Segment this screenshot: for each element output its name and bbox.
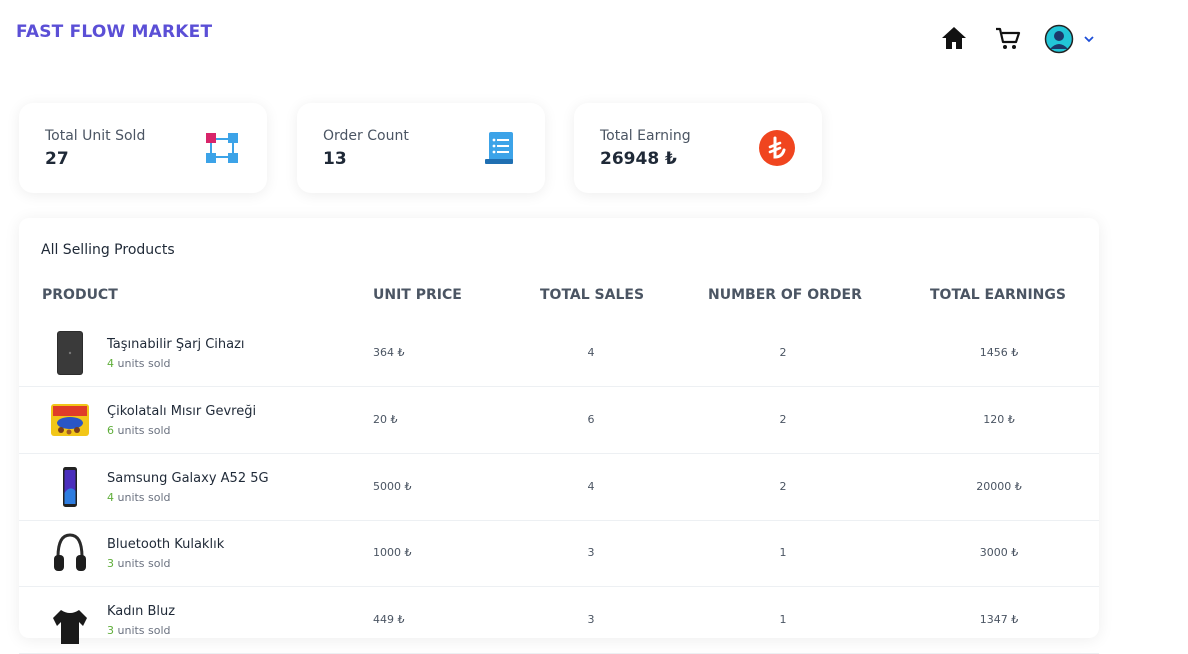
stat-label: Total Earning <box>600 128 691 144</box>
units-sold-count: 3 <box>107 624 114 637</box>
units-sold-suffix: units sold <box>114 491 171 504</box>
total-sales: 4 <box>587 480 595 493</box>
units-sold-count: 4 <box>107 357 114 370</box>
stat-value: 26948 ₺ <box>600 149 677 169</box>
powerbank-thumb <box>57 331 83 375</box>
units-sold: 4 units sold <box>107 491 171 504</box>
table-title: All Selling Products <box>41 242 175 258</box>
units-sold-count: 4 <box>107 491 114 504</box>
unit-price: 449 ₺ <box>373 613 405 626</box>
units-sold-suffix: units sold <box>114 557 171 570</box>
stat-label: Total Unit Sold <box>45 128 146 144</box>
product-name[interactable]: Kadın Bluz <box>107 604 175 619</box>
table-row[interactable]: Çikolatalı Mısır Gevreği 6 units sold 20… <box>19 387 1099 454</box>
product-name[interactable]: Taşınabilir Şarj Cihazı <box>107 337 245 352</box>
number-of-order: 2 <box>779 480 787 493</box>
brand-logo[interactable]: FAST FLOW MARKET <box>16 22 212 42</box>
total-sales: 4 <box>587 346 595 359</box>
total-sales: 3 <box>587 546 595 559</box>
home-icon[interactable] <box>940 24 968 52</box>
products-table: All Selling Products PRODUCT UNIT PRICE … <box>19 218 1099 654</box>
total-sales: 3 <box>587 613 595 626</box>
total-earnings: 20000 ₺ <box>976 480 1022 493</box>
stat-value: 27 <box>45 149 69 169</box>
number-of-order: 2 <box>779 413 787 426</box>
table-row[interactable]: Kadın Bluz 3 units sold 449 ₺ 3 1 1347 ₺ <box>19 587 1099 654</box>
column-header-product: PRODUCT <box>42 287 118 303</box>
number-of-order: 1 <box>779 546 787 559</box>
table-row[interactable]: Bluetooth Kulaklık 3 units sold 1000 ₺ 3… <box>19 520 1099 587</box>
chevron-down-icon[interactable] <box>1082 32 1096 46</box>
total-earnings: 3000 ₺ <box>979 546 1019 559</box>
receipt-list-icon <box>485 132 513 164</box>
product-name[interactable]: Çikolatalı Mısır Gevreği <box>107 404 256 419</box>
units-sold: 3 units sold <box>107 624 171 637</box>
stat-card-units-sold: Total Unit Sold 27 <box>19 103 267 193</box>
units-sold-suffix: units sold <box>114 424 171 437</box>
units-sold-count: 3 <box>107 557 114 570</box>
table-row[interactable]: Samsung Galaxy A52 5G 4 units sold 5000 … <box>19 454 1099 521</box>
total-earnings: 1347 ₺ <box>979 613 1019 626</box>
lira-coin-icon <box>759 130 795 166</box>
units-sold-suffix: units sold <box>114 624 171 637</box>
stat-value: 13 <box>323 149 347 169</box>
column-header-total-sales: TOTAL SALES <box>540 287 645 303</box>
cart-icon[interactable] <box>994 24 1022 52</box>
user-avatar-icon[interactable] <box>1044 24 1074 54</box>
column-header-number-of-order: NUMBER OF ORDER <box>708 287 862 303</box>
stat-card-order-count: Order Count 13 <box>297 103 545 193</box>
stat-label: Order Count <box>323 128 409 144</box>
units-sold-count: 6 <box>107 424 114 437</box>
phone-thumb <box>63 467 77 507</box>
total-sales: 6 <box>587 413 595 426</box>
units-sold: 4 units sold <box>107 357 171 370</box>
headphones-thumb <box>54 533 86 571</box>
unit-price: 1000 ₺ <box>373 546 412 559</box>
units-sold: 3 units sold <box>107 557 171 570</box>
stat-card-total-earning: Total Earning 26948 ₺ <box>574 103 822 193</box>
column-header-unit-price: UNIT PRICE <box>373 287 462 303</box>
unit-price: 364 ₺ <box>373 346 405 359</box>
blouse-thumb <box>53 610 87 644</box>
total-earnings: 1456 ₺ <box>979 346 1019 359</box>
units-sold-suffix: units sold <box>114 357 171 370</box>
table-row[interactable]: Taşınabilir Şarj Cihazı 4 units sold 364… <box>19 320 1099 387</box>
unit-price: 20 ₺ <box>373 413 398 426</box>
units-sold: 6 units sold <box>107 424 171 437</box>
product-name[interactable]: Samsung Galaxy A52 5G <box>107 471 269 486</box>
column-header-total-earnings: TOTAL EARNINGS <box>930 287 1066 303</box>
cereal-thumb <box>51 404 89 436</box>
number-of-order: 1 <box>779 613 787 626</box>
total-earnings: 120 ₺ <box>983 413 1015 426</box>
nodes-icon <box>206 133 238 163</box>
number-of-order: 2 <box>779 346 787 359</box>
unit-price: 5000 ₺ <box>373 480 412 493</box>
product-name[interactable]: Bluetooth Kulaklık <box>107 537 224 552</box>
